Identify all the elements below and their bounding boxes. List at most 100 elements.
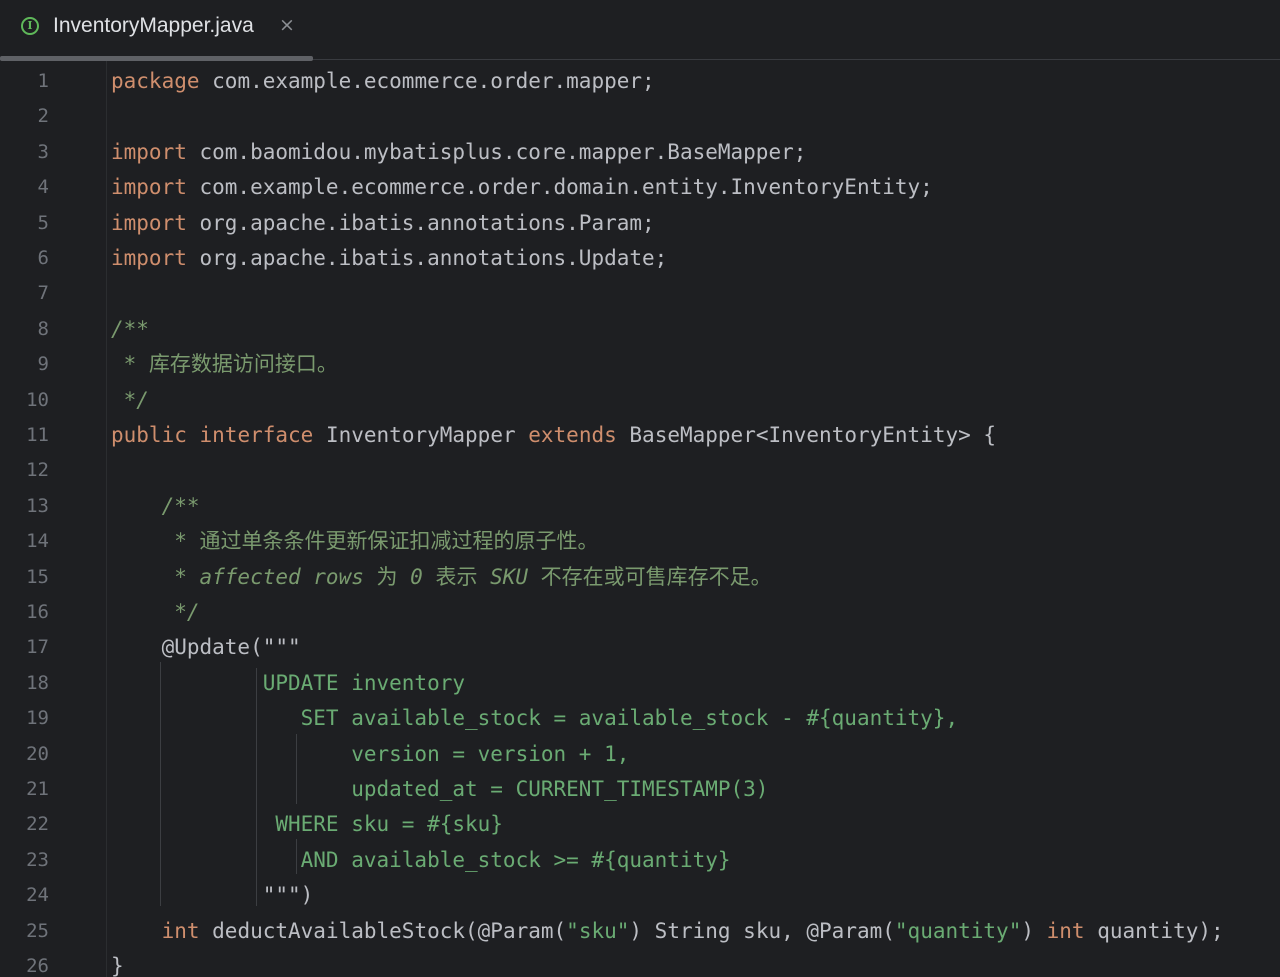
code-editor[interactable]: 1 package com.example.ecommerce.order.map…	[0, 61, 1280, 977]
code-line[interactable]: 24 """)	[0, 877, 1280, 912]
code-line[interactable]: 14 * 通过单条条件更新保证扣减过程的原子性。	[0, 523, 1280, 558]
close-icon[interactable]: ×	[279, 14, 295, 36]
code-token: version = version + 1,	[111, 741, 630, 766]
code-token: updated_at = CURRENT_TIMESTAMP(3)	[111, 777, 769, 801]
code-token: BaseMapper<InventoryEntity> {	[616, 423, 997, 447]
code-token: int	[1046, 918, 1085, 943]
line-number[interactable]: 6	[0, 247, 49, 269]
code-text: import org.apache.ibatis.annotations.Upd…	[111, 245, 667, 271]
code-line[interactable]: 19 SET available_stock = available_stock…	[0, 700, 1280, 735]
code-token: }	[111, 954, 124, 977]
code-token: )	[1021, 918, 1047, 943]
line-number[interactable]: 12	[0, 459, 49, 481]
line-number[interactable]: 7	[0, 282, 49, 304]
line-number[interactable]: 26	[0, 955, 49, 977]
code-line[interactable]: 13 /**	[0, 488, 1280, 523]
code-text: }	[111, 953, 124, 977]
code-line[interactable]: 5 import org.apache.ibatis.annotations.Pa…	[0, 205, 1280, 240]
code-line[interactable]: 6 import org.apache.ibatis.annotations.Up…	[0, 240, 1280, 275]
code-token: */	[111, 387, 149, 412]
code-line[interactable]: 22 WHERE sku = #{sku}	[0, 806, 1280, 841]
code-text: UPDATE inventory	[111, 670, 465, 696]
code-text: @Update("""	[111, 634, 301, 660]
code-token: SKU	[477, 564, 541, 589]
code-token: /**	[111, 493, 200, 518]
code-token: ) String sku, @Param(	[629, 918, 895, 943]
line-number[interactable]: 2	[0, 105, 49, 127]
code-token: import	[111, 175, 187, 200]
file-tab-inventorymapper[interactable]: I InventoryMapper.java ×	[0, 0, 313, 61]
line-number[interactable]: 8	[0, 318, 49, 340]
code-line[interactable]: 26}	[0, 948, 1280, 977]
code-line[interactable]: 12	[0, 452, 1280, 487]
code-line[interactable]: 17 @Update("""	[0, 629, 1280, 664]
code-token: org.apache.ibatis.annotations.Update;	[186, 246, 668, 270]
code-token: 为	[376, 564, 398, 589]
line-number[interactable]: 5	[0, 212, 49, 234]
line-number[interactable]: 4	[0, 176, 49, 198]
code-line[interactable]: 15 * affected rows 为 0 表示 SKU 不存在或可售库存不足…	[0, 559, 1280, 594]
code-token: 不存在或可售库存不足。	[540, 564, 772, 589]
editor-tab-bar: I InventoryMapper.java ×	[0, 0, 1280, 61]
code-line[interactable]: 20 version = version + 1,	[0, 736, 1280, 771]
code-line[interactable]: 1 package com.example.ecommerce.order.map…	[0, 63, 1280, 98]
ide-window: I InventoryMapper.java × 1 package com.ex…	[0, 0, 1280, 977]
code-text: WHERE sku = #{sku}	[111, 811, 503, 837]
line-number[interactable]: 11	[0, 424, 49, 446]
line-number[interactable]: 24	[0, 884, 49, 906]
code-line[interactable]: 8 /**	[0, 311, 1280, 346]
code-text: /**	[111, 493, 200, 519]
code-line[interactable]: 11 public interface InventoryMapper exten…	[0, 417, 1280, 452]
code-token: org.apache.ibatis.annotations.Param;	[186, 210, 655, 235]
code-token: "sku"	[566, 918, 630, 943]
code-text: version = version + 1,	[111, 741, 629, 767]
line-number[interactable]: 22	[0, 813, 49, 835]
line-number[interactable]: 16	[0, 601, 49, 623]
code-token: /**	[111, 316, 149, 341]
line-number[interactable]: 18	[0, 672, 49, 694]
line-number[interactable]: 21	[0, 778, 49, 800]
line-number[interactable]: 19	[0, 707, 49, 729]
line-number[interactable]: 20	[0, 743, 49, 765]
code-token: "quantity"	[894, 918, 1022, 943]
code-line[interactable]: 9 * 库存数据访问接口。	[0, 346, 1280, 381]
line-number[interactable]: 14	[0, 530, 49, 552]
line-number[interactable]: 17	[0, 636, 49, 658]
line-number[interactable]: 10	[0, 389, 49, 411]
code-line[interactable]: 18 UPDATE inventory	[0, 665, 1280, 700]
code-token: com.baomidou.mybatisplus.core.mapper.Bas…	[186, 139, 807, 164]
tab-title: InventoryMapper.java	[53, 14, 254, 37]
code-line[interactable]: 25 int deductAvailableStock(@Param("sku"…	[0, 913, 1280, 948]
code-line[interactable]: 4 import com.example.ecommerce.order.doma…	[0, 169, 1280, 204]
code-text: package com.example.ecommerce.order.mapp…	[111, 68, 655, 94]
code-token: * 通过单条条件更新保证扣减过程的原子性。	[111, 529, 599, 554]
code-line[interactable]: 21 updated_at = CURRENT_TIMESTAMP(3)	[0, 771, 1280, 806]
line-number[interactable]: 3	[0, 141, 49, 163]
code-text: */	[111, 387, 149, 413]
line-number[interactable]: 15	[0, 566, 49, 588]
code-token: SET available_stock = available_stock - …	[111, 706, 959, 731]
code-line[interactable]: 23 AND available_stock >= #{quantity}	[0, 842, 1280, 877]
code-token: AND available_stock >= #{quantity}	[111, 847, 731, 872]
code-line[interactable]: 2	[0, 98, 1280, 133]
code-token: package	[111, 69, 200, 93]
code-token: WHERE sku = #{sku}	[111, 812, 503, 837]
code-token: deductAvailableStock(@Param(	[199, 918, 567, 943]
code-text: public interface InventoryMapper extends…	[111, 422, 996, 448]
line-number[interactable]: 23	[0, 849, 49, 871]
code-line[interactable]: 7	[0, 275, 1280, 310]
line-number[interactable]: 9	[0, 353, 49, 375]
line-number[interactable]: 1	[0, 70, 49, 92]
code-text: import com.example.ecommerce.order.domai…	[111, 174, 933, 200]
line-number[interactable]: 25	[0, 920, 49, 942]
code-line[interactable]: 3 import com.baomidou.mybatisplus.core.ma…	[0, 134, 1280, 169]
code-line[interactable]: 10 */	[0, 382, 1280, 417]
code-token: quantity);	[1084, 918, 1224, 943]
code-token: interface	[199, 423, 314, 447]
code-line[interactable]: 16 */	[0, 594, 1280, 629]
code-text: import org.apache.ibatis.annotations.Par…	[111, 210, 655, 236]
line-number[interactable]: 13	[0, 495, 49, 517]
code-text: */	[111, 599, 199, 625]
